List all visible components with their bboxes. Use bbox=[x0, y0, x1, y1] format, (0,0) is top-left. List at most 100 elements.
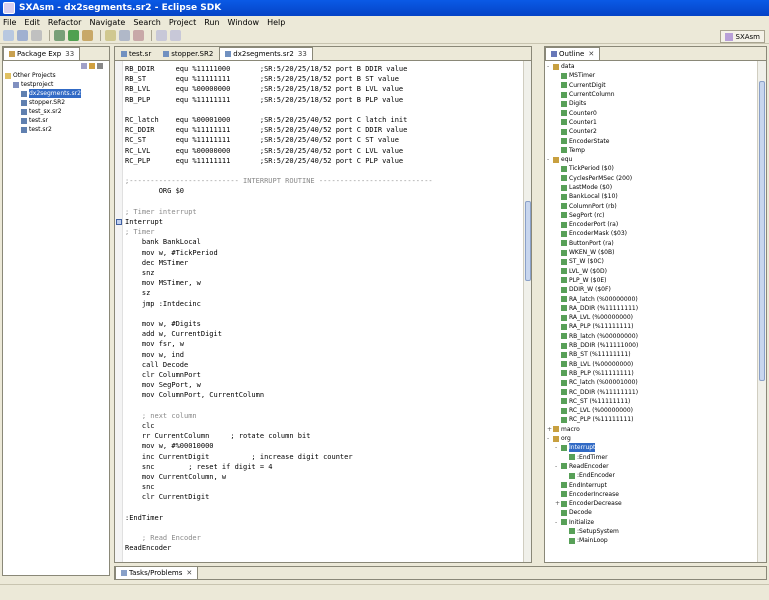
code-line[interactable]: mov SegPort, w bbox=[125, 380, 201, 390]
outline-item[interactable]: LVL_W ($0D) bbox=[547, 267, 766, 276]
outline-item[interactable]: DDIR_W ($0F) bbox=[547, 285, 766, 294]
code-line[interactable]: clc bbox=[125, 421, 155, 431]
tree-item[interactable]: dx2segments.sr2 bbox=[5, 89, 109, 98]
code-line[interactable]: mov fsr, w bbox=[125, 339, 184, 349]
outline-item[interactable]: :MainLoop bbox=[547, 536, 766, 545]
close-icon[interactable]: ✕ bbox=[588, 50, 594, 58]
menu-window[interactable]: Window bbox=[228, 18, 260, 27]
outline-item[interactable]: Counter1 bbox=[547, 118, 766, 127]
debug-icon[interactable] bbox=[54, 30, 65, 41]
code-line[interactable]: add w, CurrentDigit bbox=[125, 329, 222, 339]
menu-navigate[interactable]: Navigate bbox=[89, 18, 125, 27]
outline-item[interactable]: Counter0 bbox=[547, 108, 766, 117]
outline-item[interactable]: EncoderPort (ra) bbox=[547, 220, 766, 229]
menu-file[interactable]: File bbox=[3, 18, 16, 27]
tab-outline[interactable]: Outline ✕ bbox=[545, 47, 601, 60]
outline-item[interactable]: RC_latch (%00001000) bbox=[547, 378, 766, 387]
outline-item[interactable]: ButtonPort (ra) bbox=[547, 239, 766, 248]
view-menu-icon[interactable] bbox=[97, 63, 103, 69]
toggle-mark-icon[interactable] bbox=[133, 30, 144, 41]
open-resource-icon[interactable] bbox=[119, 30, 130, 41]
close-icon[interactable]: ✕ bbox=[186, 569, 192, 577]
outline-item[interactable]: Decode bbox=[547, 508, 766, 517]
tree-item[interactable]: testproject bbox=[5, 80, 109, 89]
outline-item[interactable]: EncoderMask ($03) bbox=[547, 229, 766, 238]
menu-edit[interactable]: Edit bbox=[24, 18, 40, 27]
code-line[interactable]: RC_ST equ %11111111 ;SR:5/20/25/40/52 po… bbox=[125, 135, 399, 145]
outline-item[interactable]: EncoderIncrease bbox=[547, 490, 766, 499]
code-line[interactable]: ORG $0 bbox=[125, 186, 184, 196]
code-line[interactable]: rr CurrentColumn ; rotate column bit bbox=[125, 431, 311, 441]
code-line[interactable]: ; Timer interrupt bbox=[125, 207, 197, 217]
code-line[interactable]: mov w, #TickPeriod bbox=[125, 248, 218, 258]
outline-item[interactable]: RA_latch (%00000000) bbox=[547, 294, 766, 303]
code-line[interactable]: mov w, #Digits bbox=[125, 319, 201, 329]
outline-item[interactable]: - Initialize bbox=[547, 518, 766, 527]
code-line[interactable]: RB_DDIR equ %11111000 ;SR:5/20/25/18/52 … bbox=[125, 64, 407, 74]
outline-item[interactable]: Temp bbox=[547, 146, 766, 155]
code-line[interactable]: snz bbox=[125, 268, 155, 278]
code-line[interactable]: ;-------------------------- INTERRUPT RO… bbox=[125, 176, 433, 186]
outline-item[interactable]: RC_LVL (%00000000) bbox=[547, 406, 766, 415]
code-line[interactable]: ; Timer bbox=[125, 227, 155, 237]
menu-help[interactable]: Help bbox=[267, 18, 285, 27]
code-line[interactable]: :EndTimer bbox=[125, 513, 163, 523]
outline-item[interactable]: RA_PLP (%11111111) bbox=[547, 322, 766, 331]
editor-vertical-scrollbar[interactable] bbox=[523, 61, 531, 562]
outline-item[interactable]: Counter2 bbox=[547, 127, 766, 136]
code-line[interactable]: Interrupt bbox=[125, 217, 163, 227]
outline-item[interactable]: RB_latch (%00000000) bbox=[547, 332, 766, 341]
perspective-button[interactable]: SXAsm bbox=[719, 30, 765, 43]
collapse-all-icon[interactable] bbox=[81, 63, 87, 69]
outline-item[interactable]: + macro bbox=[547, 425, 766, 434]
code-line[interactable]: mov ColumnPort, CurrentColumn bbox=[125, 390, 264, 400]
outline-item[interactable]: RB_PLP (%11111111) bbox=[547, 369, 766, 378]
outline-item[interactable]: MSTimer bbox=[547, 71, 766, 80]
code-line[interactable]: clr ColumnPort bbox=[125, 370, 201, 380]
tree-item[interactable]: stopper.SR2 bbox=[5, 98, 109, 107]
editor-scroll-thumb[interactable] bbox=[525, 201, 531, 281]
outline-item[interactable]: + EncoderDecrease bbox=[547, 499, 766, 508]
outline-item[interactable]: - ReadEncoder bbox=[547, 462, 766, 471]
outline-item[interactable]: CurrentColumn bbox=[547, 90, 766, 99]
tree-item[interactable]: test.sr bbox=[5, 116, 109, 125]
code-line[interactable]: RB_ST equ %11111111 ;SR:5/20/25/18/52 po… bbox=[125, 74, 399, 84]
code-line[interactable]: jmp :Intdecinc bbox=[125, 299, 201, 309]
outline-item[interactable]: PLP_W ($0E) bbox=[547, 276, 766, 285]
editor-tab[interactable]: stopper.SR2 bbox=[157, 47, 219, 60]
outline-item[interactable]: - data bbox=[547, 62, 766, 71]
menu-refactor[interactable]: Refactor bbox=[48, 18, 82, 27]
outline-item[interactable]: RA_DDIR (%11111111) bbox=[547, 304, 766, 313]
code-line[interactable]: ; next column bbox=[125, 411, 197, 421]
outline-item[interactable]: RB_ST (%11111111) bbox=[547, 350, 766, 359]
code-line[interactable]: call Decode bbox=[125, 360, 188, 370]
code-line[interactable]: RC_latch equ %00001000 ;SR:5/20/25/40/52… bbox=[125, 115, 407, 125]
tab-package-explorer[interactable]: Package Exp 33 bbox=[3, 47, 81, 60]
link-editor-icon[interactable] bbox=[89, 63, 95, 69]
outline-item[interactable]: - Interrupt bbox=[547, 443, 766, 453]
back-icon[interactable] bbox=[156, 30, 167, 41]
menu-run[interactable]: Run bbox=[204, 18, 219, 27]
code-line[interactable]: RC_DDIR equ %11111111 ;SR:5/20/25/40/52 … bbox=[125, 125, 407, 135]
outline-item[interactable]: EndInterrupt bbox=[547, 480, 766, 489]
new-icon[interactable] bbox=[3, 30, 14, 41]
outline-item[interactable]: WKEN_W ($0B) bbox=[547, 248, 766, 257]
outline-item[interactable]: EncoderState bbox=[547, 136, 766, 145]
code-line[interactable]: sz bbox=[125, 288, 150, 298]
code-line[interactable]: snc bbox=[125, 482, 155, 492]
outline-scroll-thumb[interactable] bbox=[759, 81, 765, 381]
tree-item[interactable]: test_sx.sr2 bbox=[5, 107, 109, 116]
print-icon[interactable] bbox=[31, 30, 42, 41]
code-line[interactable]: RC_PLP equ %11111111 ;SR:5/20/25/40/52 p… bbox=[125, 156, 403, 166]
outline-item[interactable]: - org bbox=[547, 434, 766, 443]
code-line[interactable]: ReadEncoder bbox=[125, 543, 171, 553]
code-line[interactable]: snc ; reset if digit = 4 bbox=[125, 462, 273, 472]
code-line[interactable]: mov CurrentColumn, w bbox=[125, 472, 226, 482]
outline-item[interactable]: LastMode ($0) bbox=[547, 183, 766, 192]
tab-bottom-view[interactable]: Tasks/Problems ✕ bbox=[115, 566, 199, 579]
code-line[interactable]: RC_LVL equ %00000000 ;SR:5/20/25/40/52 p… bbox=[125, 146, 403, 156]
outline-item[interactable]: RB_LVL (%00000000) bbox=[547, 360, 766, 369]
code-line[interactable]: ; Read Encoder bbox=[125, 533, 201, 543]
code-line[interactable]: mov w, #%00010000 bbox=[125, 441, 214, 451]
code-line[interactable]: RB_LVL equ %00000000 ;SR:5/20/25/18/52 p… bbox=[125, 84, 403, 94]
